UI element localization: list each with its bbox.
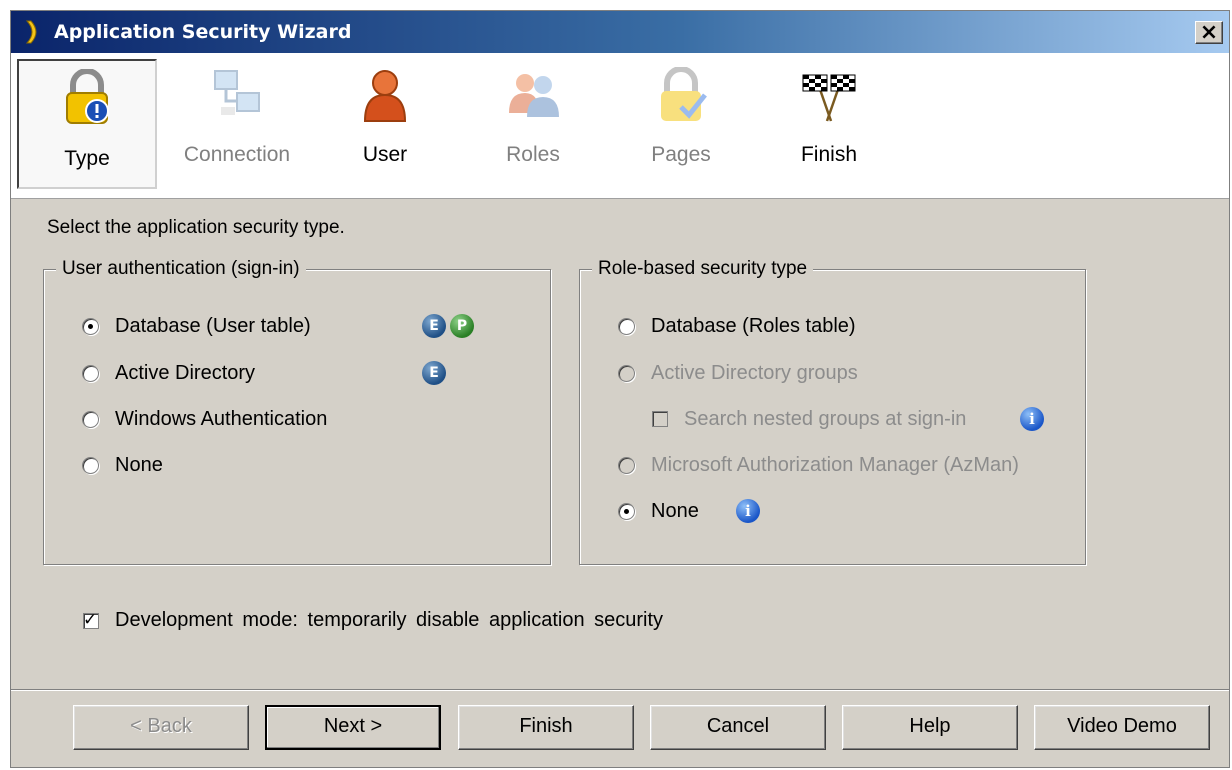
- step-roles: Roles: [463, 59, 603, 189]
- radio-button: [618, 364, 635, 382]
- option-label: Database (Roles table): [651, 314, 856, 337]
- option-label: None: [115, 453, 163, 476]
- step-label: Connection: [183, 143, 291, 166]
- radio-button[interactable]: [82, 317, 99, 335]
- info-icon[interactable]: i: [1020, 407, 1044, 431]
- option-label: Active Directory: [115, 361, 256, 384]
- group-legend: Role-based security type: [592, 258, 814, 280]
- video-demo-button[interactable]: Video Demo: [1034, 705, 1210, 750]
- professional-badge-icon: P: [450, 314, 474, 338]
- next-button[interactable]: Next >: [265, 705, 441, 750]
- footer-separator: [11, 689, 1229, 691]
- step-label: Type: [64, 147, 110, 170]
- step-type[interactable]: Type: [17, 59, 157, 189]
- user-authentication-group: User authentication (sign-in) Database (…: [43, 258, 551, 565]
- info-icon[interactable]: i: [736, 499, 760, 523]
- step-label: Roles: [506, 143, 560, 166]
- radio-button[interactable]: [618, 317, 635, 335]
- option-active-directory-groups: Active Directory groups: [618, 360, 858, 386]
- lock-check-icon: [653, 66, 709, 123]
- radio-button[interactable]: [82, 410, 99, 428]
- user-icon: [357, 67, 413, 123]
- step-connection: Connection: [167, 59, 307, 189]
- enterprise-badge-icon: E: [422, 361, 446, 385]
- checkbox: [652, 411, 668, 427]
- option-database-roles-table[interactable]: Database (Roles table): [618, 313, 856, 339]
- option-label: None: [651, 499, 699, 522]
- option-label: Database (User table): [115, 314, 311, 337]
- radio-button[interactable]: [618, 502, 635, 520]
- option-label: Active Directory groups: [651, 361, 858, 384]
- roles-users-icon: [505, 67, 561, 123]
- checkbox[interactable]: ✓: [83, 610, 99, 630]
- option-label: Windows Authentication: [115, 407, 328, 430]
- step-finish[interactable]: Finish: [759, 59, 899, 189]
- option-azman: Microsoft Authorization Manager (AzMan): [618, 452, 1019, 478]
- lock-warning-icon: [59, 68, 115, 125]
- radio-button[interactable]: [82, 364, 99, 382]
- enterprise-badge-icon: E: [422, 314, 446, 338]
- close-button[interactable]: ×: [1195, 21, 1223, 44]
- group-legend: User authentication (sign-in): [56, 258, 306, 280]
- role-based-security-group: Role-based security type Database (Roles…: [579, 258, 1086, 565]
- app-logo-icon: [23, 20, 43, 49]
- radio-button[interactable]: [82, 456, 99, 474]
- option-windows-authentication[interactable]: Windows Authentication: [82, 406, 327, 432]
- title-bar: Application Security Wizard ×: [11, 11, 1229, 53]
- checkmark-icon: ✓: [83, 609, 98, 630]
- option-active-directory[interactable]: Active Directory: [82, 360, 255, 386]
- back-button[interactable]: < Back: [73, 705, 249, 750]
- step-label: Pages: [651, 143, 711, 166]
- help-button[interactable]: Help: [842, 705, 1018, 750]
- step-label: User: [362, 143, 408, 166]
- network-computers-icon: [209, 67, 265, 123]
- wizard-window: Application Security Wizard × Type Conne…: [10, 10, 1230, 768]
- option-database-user-table[interactable]: Database (User table): [82, 313, 311, 339]
- option-none[interactable]: None: [82, 452, 163, 478]
- cancel-button[interactable]: Cancel: [650, 705, 826, 750]
- step-user[interactable]: User: [315, 59, 455, 189]
- step-label: Finish: [800, 143, 858, 166]
- instruction-text: Select the application security type.: [47, 217, 345, 238]
- option-label: Microsoft Authorization Manager (AzMan): [651, 453, 1019, 476]
- checkbox-label: Development mode: temporarily disable ap…: [115, 609, 664, 631]
- radio-button: [618, 456, 635, 474]
- finish-button[interactable]: Finish: [458, 705, 634, 750]
- option-label: Search nested groups at sign-in: [684, 407, 967, 430]
- development-mode-checkbox[interactable]: ✓ Development mode: temporarily disable …: [83, 609, 663, 632]
- wizard-steps-bar: Type Connection User Roles Pages Finish: [11, 53, 1229, 199]
- search-nested-groups-checkbox: Search nested groups at sign-in: [652, 406, 966, 432]
- step-pages: Pages: [611, 59, 751, 189]
- close-icon: ×: [1199, 19, 1219, 45]
- option-none[interactable]: None: [618, 498, 699, 524]
- window-title: Application Security Wizard: [54, 21, 352, 43]
- checkered-flags-icon: [801, 67, 857, 123]
